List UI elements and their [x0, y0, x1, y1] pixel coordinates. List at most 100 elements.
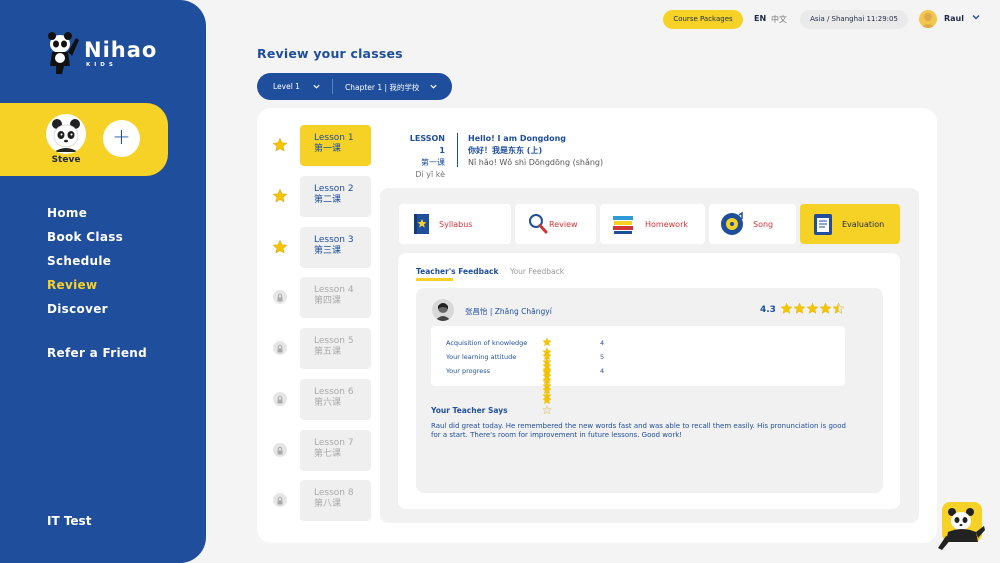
- lesson-label: LESSON 1 第一课 Dì yī kè: [403, 133, 445, 181]
- magnifier-icon: [529, 214, 548, 234]
- level-select[interactable]: Level 1: [273, 82, 300, 91]
- lock-icon: [273, 493, 287, 507]
- nav-item-book-class[interactable]: Book Class: [47, 229, 123, 253]
- lesson-item: Lesson 8 第八课: [272, 480, 372, 522]
- lang-en-option[interactable]: EN: [754, 14, 766, 23]
- teacher-name: 张昌怡 | Zhāng Chāngyí: [465, 307, 552, 316]
- ratings-table: Acquisition of knowledge 4 Your learning…: [431, 326, 845, 415]
- lesson-title: Lesson 6: [314, 387, 354, 397]
- lang-zh-option[interactable]: 中文: [771, 14, 787, 25]
- lesson-title-en: Hello! I am Dongdong: [468, 134, 567, 143]
- chevron-down-icon[interactable]: [312, 82, 321, 91]
- lesson-label-zh: 第一课: [421, 158, 445, 167]
- mascot-helper-button[interactable]: [938, 502, 986, 552]
- divider: [332, 79, 333, 94]
- panda-mascot-icon: [938, 502, 985, 550]
- overall-stars: [780, 302, 845, 321]
- lesson-subtitle: 第四课: [314, 296, 342, 306]
- nihao-logo[interactable]: Nihao KIDS: [44, 32, 158, 78]
- rating-score: 4: [600, 339, 605, 347]
- lesson-subtitle: 第一课: [314, 144, 342, 154]
- star-icon: [806, 302, 819, 314]
- lesson-card[interactable]: Lesson 1 第一课: [300, 125, 371, 166]
- timezone-display[interactable]: Asia / Shanghai 11:29:05: [800, 10, 908, 29]
- lock-icon: [273, 341, 287, 355]
- lesson-item[interactable]: Lesson 1 第一课: [272, 125, 372, 167]
- user-avatar-icon: [921, 13, 935, 28]
- nav-item-it-test[interactable]: IT Test: [47, 514, 91, 528]
- divider: [457, 133, 458, 167]
- chapter-select[interactable]: Chapter 1 | 我的学校: [345, 82, 419, 93]
- level-chapter-selector: Level 1 Chapter 1 | 我的学校: [257, 73, 452, 100]
- lesson-item[interactable]: Lesson 2 第二课: [272, 176, 372, 218]
- tab-song[interactable]: Song: [709, 204, 796, 244]
- user-avatar[interactable]: [919, 10, 937, 28]
- star-icon: [542, 385, 552, 395]
- nav-item-home[interactable]: Home: [47, 205, 123, 229]
- star-icon: [780, 302, 793, 314]
- nav-item-discover[interactable]: Discover: [47, 301, 123, 325]
- add-student-button[interactable]: +: [103, 120, 140, 157]
- overall-score: 4.3: [760, 305, 776, 315]
- star-icon: [272, 188, 288, 203]
- tab-label: Song: [753, 220, 774, 229]
- rating-label: Your learning attitude: [446, 353, 517, 361]
- lesson-card: Lesson 6 第六课: [300, 379, 371, 420]
- rating-stars: [542, 365, 553, 415]
- lesson-card[interactable]: Lesson 3 第三课: [300, 227, 371, 268]
- tab-your-feedback[interactable]: Your Feedback: [510, 267, 564, 276]
- brand-name: Nihao: [84, 38, 158, 62]
- lesson-title: Lesson 2: [314, 184, 354, 194]
- teacher-photo-icon: [435, 303, 451, 321]
- star-icon: [832, 302, 845, 314]
- star-icon: [272, 239, 288, 254]
- rating-label: Acquisition of knowledge: [446, 339, 528, 347]
- tab-evaluation[interactable]: Evaluation: [800, 204, 900, 244]
- tab-homework[interactable]: Homework: [600, 204, 705, 244]
- lesson-title: Lesson 7: [314, 438, 354, 448]
- star-icon: [542, 375, 552, 385]
- song-icon: [721, 211, 743, 235]
- star-icon: [819, 302, 832, 314]
- nav-item-schedule[interactable]: Schedule: [47, 253, 123, 277]
- star-icon: [542, 395, 552, 405]
- lesson-card: Lesson 7 第七课: [300, 430, 371, 471]
- lock-icon: [273, 443, 287, 457]
- lesson-title: Lesson 3: [314, 235, 354, 245]
- student-name: Steve: [51, 155, 81, 165]
- student-avatar[interactable]: [46, 114, 86, 154]
- lesson-title: Lesson 1: [314, 133, 354, 143]
- lesson-title: Lesson 5: [314, 336, 354, 346]
- tab-label: Syllabus: [439, 220, 473, 229]
- evaluation-icon: [814, 214, 832, 235]
- course-packages-button[interactable]: Course Packages: [663, 10, 743, 29]
- lesson-card: Lesson 5 第五课: [300, 328, 371, 369]
- lesson-card: Lesson 4 第四课: [300, 277, 371, 318]
- lesson-title: Lesson 4: [314, 285, 354, 295]
- chevron-down-icon[interactable]: [971, 12, 981, 22]
- tab-teacher-feedback[interactable]: Teacher's Feedback: [416, 267, 498, 276]
- panda-logo-icon: [48, 32, 79, 74]
- user-name[interactable]: Raul: [944, 14, 964, 23]
- chevron-down-icon[interactable]: [429, 82, 438, 91]
- nav-item-review[interactable]: Review: [47, 277, 123, 301]
- lesson-subtitle: 第六课: [314, 398, 342, 408]
- lesson-subtitle: 第八课: [314, 499, 342, 509]
- lesson-item[interactable]: Lesson 3 第三课: [272, 227, 372, 269]
- lesson-card[interactable]: Lesson 2 第二课: [300, 176, 371, 217]
- book-icon: [414, 214, 429, 234]
- lesson-item: Lesson 4 第四课: [272, 277, 372, 319]
- star-icon: [542, 337, 552, 347]
- star-icon: [542, 405, 552, 415]
- tab-syllabus[interactable]: Syllabus: [399, 204, 511, 244]
- tab-review[interactable]: Review: [515, 204, 596, 244]
- teacher-avatar: [432, 299, 454, 321]
- tab-label: Evaluation: [842, 220, 885, 229]
- books-stack-icon: [613, 216, 633, 234]
- active-tab-indicator: [416, 278, 453, 281]
- nav-item-refer-friend[interactable]: Refer a Friend: [47, 346, 147, 360]
- lesson-title: Lesson 8: [314, 488, 354, 498]
- lesson-label-pinyin: Dì yī kè: [415, 170, 445, 179]
- brand-sub: KIDS: [86, 62, 117, 68]
- lesson-item: Lesson 6 第六课: [272, 379, 372, 421]
